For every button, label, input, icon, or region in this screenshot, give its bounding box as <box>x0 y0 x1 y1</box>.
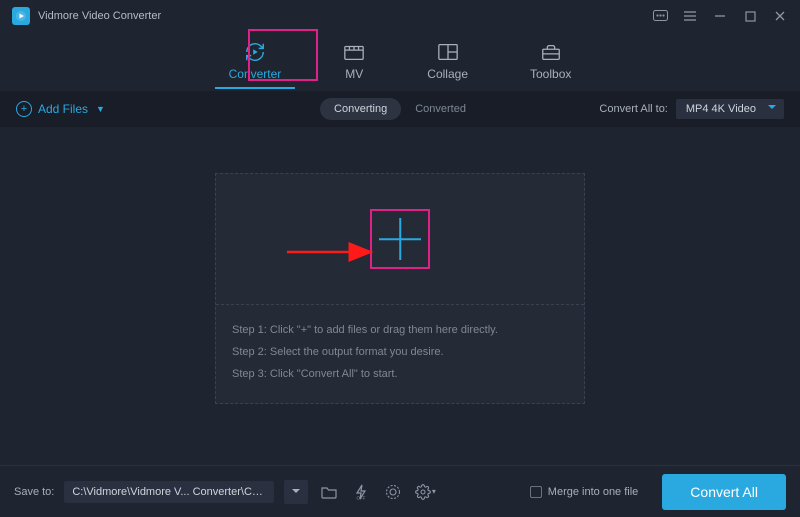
feedback-icon[interactable] <box>652 8 668 24</box>
converter-icon <box>244 42 266 62</box>
title-bar: Vidmore Video Converter <box>0 0 800 32</box>
step-1: Step 1: Click "+" to add files or drag t… <box>232 319 568 341</box>
workspace: Step 1: Click "+" to add files or drag t… <box>0 120 800 457</box>
add-files-label: Add Files <box>38 102 88 116</box>
mv-icon <box>343 42 365 62</box>
convert-all-to-label: Convert All to: <box>599 103 667 115</box>
add-file-plus-button[interactable] <box>377 216 423 262</box>
maximize-icon[interactable] <box>742 8 758 24</box>
subtab-converted[interactable]: Converted <box>401 98 480 120</box>
tab-mv[interactable]: MV <box>335 38 373 89</box>
step-2: Step 2: Select the output format you des… <box>232 341 568 363</box>
drop-zone[interactable]: Step 1: Click "+" to add files or drag t… <box>215 173 585 404</box>
settings-icon[interactable]: ▾ <box>414 481 436 503</box>
close-icon[interactable] <box>772 8 788 24</box>
minimize-icon[interactable] <box>712 8 728 24</box>
menu-icon[interactable] <box>682 8 698 24</box>
output-format-select[interactable]: MP4 4K Video <box>676 99 784 119</box>
app-title: Vidmore Video Converter <box>38 10 161 22</box>
format-value: MP4 4K Video <box>686 103 756 115</box>
open-folder-icon[interactable] <box>318 481 340 503</box>
bottom-bar: Save to: C:\Vidmore\Vidmore V... Convert… <box>0 465 800 517</box>
output-path-field[interactable]: C:\Vidmore\Vidmore V... Converter\Conver… <box>64 481 274 503</box>
toolbox-icon <box>540 42 562 62</box>
step-3: Step 3: Click "Convert All" to start. <box>232 363 568 385</box>
add-files-button[interactable]: + Add Files ▼ <box>16 101 105 117</box>
convert-all-button[interactable]: Convert All <box>662 474 786 510</box>
tab-converter[interactable]: Converter <box>221 38 290 89</box>
instruction-steps: Step 1: Click "+" to add files or drag t… <box>216 305 584 403</box>
save-to-label: Save to: <box>14 486 54 498</box>
merge-checkbox[interactable]: Merge into one file <box>530 486 639 498</box>
tab-collage[interactable]: Collage <box>419 38 476 89</box>
merge-label: Merge into one file <box>548 486 639 498</box>
main-tabs: Converter MV Collage Toolbox <box>0 32 800 89</box>
sub-tabs: Converting Converted <box>320 98 480 120</box>
plus-circle-icon: + <box>16 101 32 117</box>
subtab-converting[interactable]: Converting <box>320 98 401 120</box>
tab-label: Converter <box>229 67 282 81</box>
tab-label: MV <box>345 67 363 81</box>
tab-label: Toolbox <box>530 67 571 81</box>
collage-icon <box>437 42 459 62</box>
tab-label: Collage <box>427 67 468 81</box>
checkbox-icon <box>530 486 542 498</box>
tab-toolbox[interactable]: Toolbox <box>522 38 579 89</box>
high-speed-icon[interactable] <box>382 481 404 503</box>
chevron-down-icon: ▼ <box>96 104 105 114</box>
app-logo <box>12 7 30 25</box>
svg-text:OFF: OFF <box>356 495 365 500</box>
hardware-accel-icon[interactable]: OFF <box>350 481 372 503</box>
output-path-dropdown[interactable] <box>284 480 308 504</box>
